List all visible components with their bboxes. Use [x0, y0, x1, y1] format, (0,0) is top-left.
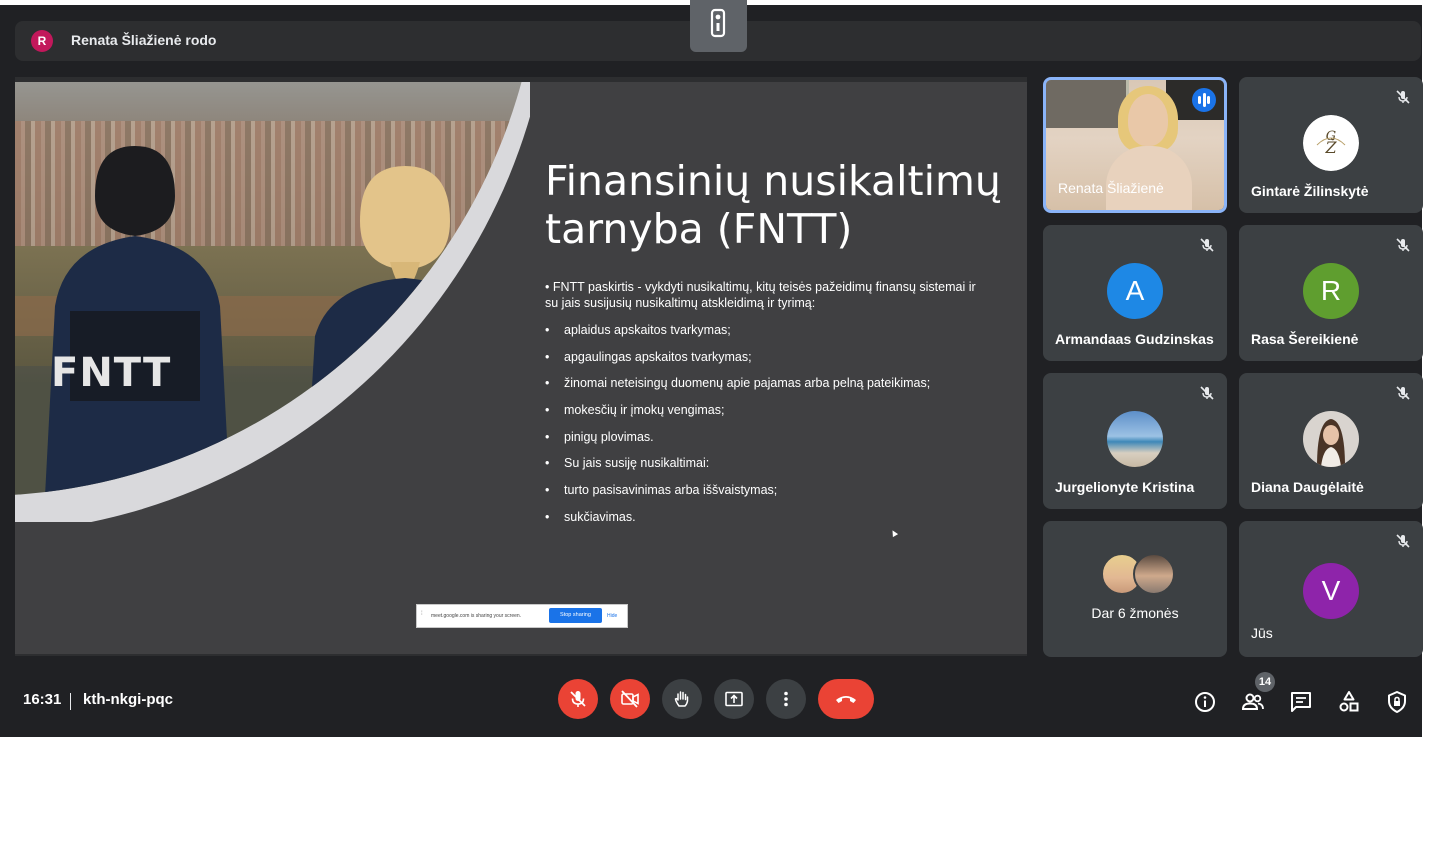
slide-intro: • FNTT paskirtis - vykdyti nusikaltimų, … — [545, 280, 976, 310]
presentation-stage: FNTT Finansinių nusikaltimų tarnyba (FNT… — [15, 77, 1027, 656]
svg-text:Ž: Ž — [1324, 137, 1337, 157]
divider — [70, 693, 71, 710]
avatar-photo — [1303, 411, 1359, 467]
bullet-item: turto pasisavinimas arba iššvaistymas; — [545, 482, 1015, 509]
mic-off-icon — [1396, 386, 1410, 400]
cast-icon — [710, 8, 726, 38]
cast-tab-handle[interactable] — [690, 0, 747, 52]
more-participants-avatars — [1101, 553, 1175, 595]
microphone-toggle-button[interactable] — [558, 679, 598, 719]
officer-left — [45, 146, 230, 496]
bullet-item: sukčiavimas. — [545, 509, 1015, 536]
drag-handle-icon[interactable]: ⁞ — [421, 611, 423, 617]
meeting-code: kth-nkgi-pqc — [83, 691, 173, 708]
participant-tile-diana[interactable]: Diana Daugėlaitė — [1239, 373, 1423, 509]
host-controls-icon[interactable] — [1385, 690, 1409, 714]
participant-name: Armandaas Gudzinskas — [1055, 331, 1214, 347]
slide-bullets: aplaidus apskaitos tvarkymas; apgaulinga… — [545, 322, 1015, 536]
slide: FNTT Finansinių nusikaltimų tarnyba (FNT… — [15, 82, 1027, 654]
chat-icon[interactable] — [1289, 690, 1313, 714]
participant-tile-more[interactable]: Dar 6 žmonės — [1043, 521, 1227, 657]
present-icon — [725, 691, 743, 707]
more-vert-icon — [784, 691, 788, 707]
camera-off-icon — [621, 690, 639, 708]
avatar: R — [1303, 263, 1359, 319]
stop-sharing-button[interactable]: Stop sharing — [549, 608, 602, 623]
vest-text: FNTT — [51, 350, 172, 396]
mic-off-icon — [1396, 90, 1410, 104]
call-end-icon — [836, 696, 856, 703]
avatar: V — [1303, 563, 1359, 619]
participant-tile-renata[interactable]: Renata Šliažienė — [1043, 77, 1227, 213]
participant-name: Jūs — [1251, 625, 1273, 641]
hide-button[interactable]: Hide — [607, 613, 617, 619]
bullet-item: apgaulingas apskaitos tvarkymas; — [545, 349, 1015, 376]
activities-icon[interactable] — [1337, 690, 1361, 714]
screen-share-bar: ⁞ meet.google.com is sharing your screen… — [416, 604, 628, 628]
bullet-item: mokesčių ir įmokų vengimas; — [545, 402, 1015, 429]
mic-off-icon — [570, 691, 586, 707]
clock: 16:31 — [23, 691, 62, 708]
participant-count-badge: 14 — [1255, 672, 1275, 692]
avatar: A — [1107, 263, 1163, 319]
participant-tile-rasa[interactable]: R Rasa Šereikienė — [1239, 225, 1423, 361]
slide-photo: FNTT — [15, 82, 530, 522]
people-icon[interactable] — [1241, 690, 1265, 714]
slide-title: Finansinių nusikaltimų tarnyba (FNTT) — [545, 157, 1001, 253]
present-now-button[interactable] — [714, 679, 754, 719]
avatar-photo — [1107, 411, 1163, 467]
participant-tile-self[interactable]: V Jūs — [1239, 521, 1423, 657]
speaking-indicator-icon — [1192, 88, 1216, 112]
video-person-face — [1128, 94, 1168, 146]
participant-name: Gintarė Žilinskytė — [1251, 183, 1369, 199]
more-options-button[interactable] — [766, 679, 806, 719]
officer-right — [305, 166, 500, 496]
mic-off-icon — [1200, 386, 1214, 400]
participant-tile-armandaas[interactable]: A Armandaas Gudzinskas — [1043, 225, 1227, 361]
participant-tile-kristina[interactable]: Jurgelionyte Kristina — [1043, 373, 1227, 509]
participant-name: Jurgelionyte Kristina — [1055, 479, 1195, 495]
share-message: meet.google.com is sharing your screen. — [431, 613, 522, 619]
mic-off-icon — [1396, 534, 1410, 548]
meet-window: R Renata Šliažienė rodo FNTT Finansinių … — [0, 0, 1423, 737]
camera-toggle-button[interactable] — [610, 679, 650, 719]
participant-tile-gintare[interactable]: G Ž Gintarė Žilinskytė — [1239, 77, 1423, 213]
gintare-logo-avatar: G Ž — [1303, 115, 1359, 171]
participant-name: Renata Šliažienė — [1058, 180, 1164, 196]
bullet-item: pinigų plovimas. — [545, 429, 1015, 456]
presenter-label: Renata Šliažienė rodo — [71, 32, 217, 48]
bullet-item: žinomai neteisingų duomenų apie pajamas … — [545, 375, 1015, 402]
mic-off-icon — [1200, 238, 1214, 252]
bullet-item: Su jais susiję nusikaltimai: — [545, 455, 1015, 482]
hand-icon — [674, 691, 689, 707]
participant-name: Rasa Šereikienė — [1251, 331, 1359, 347]
presenter-avatar: R — [31, 30, 53, 52]
more-participants-label: Dar 6 žmonės — [1091, 605, 1179, 621]
info-icon[interactable] — [1193, 690, 1217, 714]
avatar — [1133, 553, 1175, 595]
leave-call-button[interactable] — [818, 679, 874, 719]
bullet-item: aplaidus apskaitos tvarkymas; — [545, 322, 1015, 349]
mic-off-icon — [1396, 238, 1410, 252]
control-bar: 16:31 kth-nkgi-pqc 14 — [0, 665, 1422, 737]
participant-name: Diana Daugėlaitė — [1251, 479, 1364, 495]
video-background-board — [1046, 80, 1129, 128]
raise-hand-button[interactable] — [662, 679, 702, 719]
